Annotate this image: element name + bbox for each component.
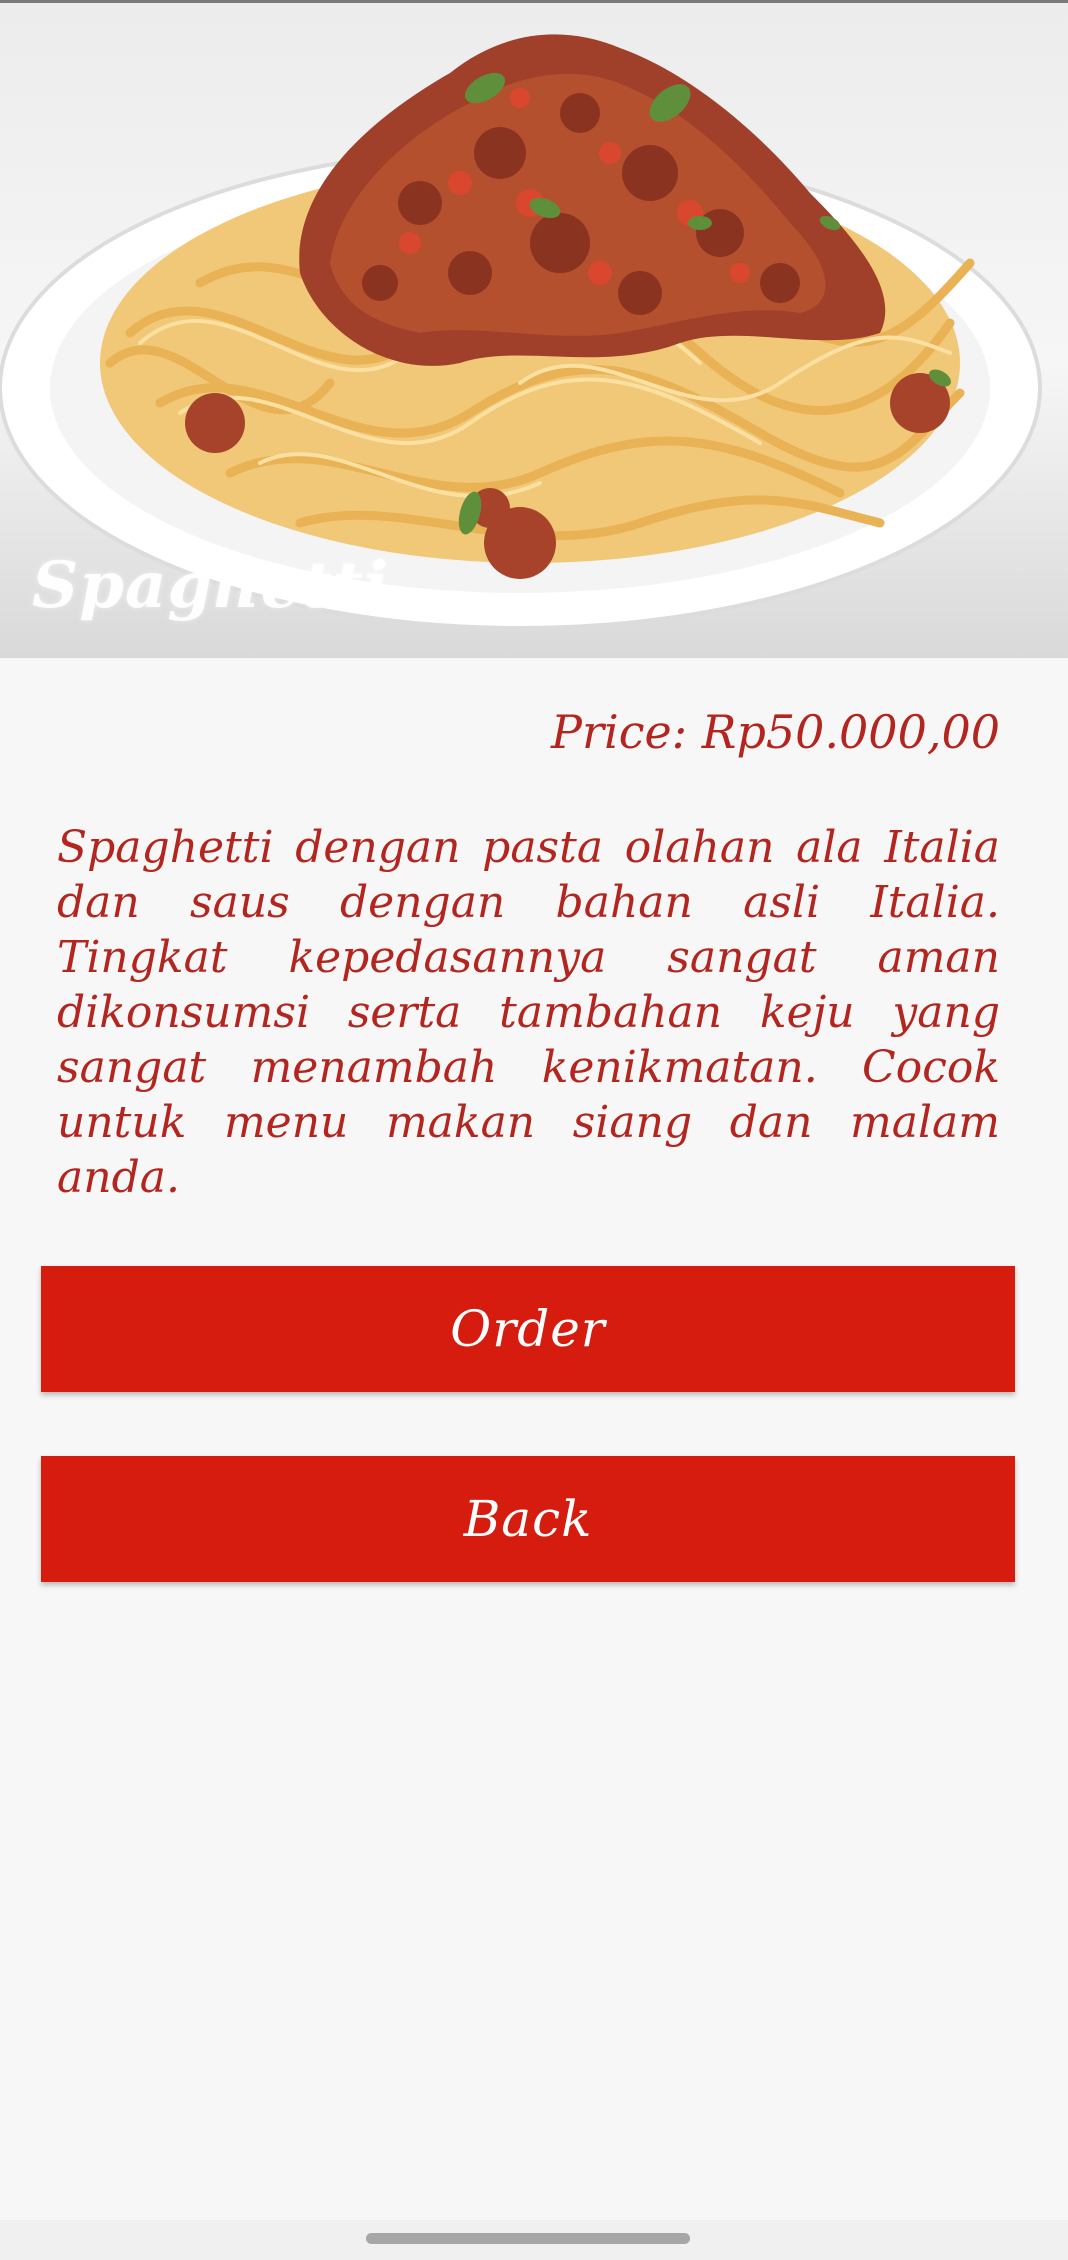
dish-description: Spaghetti dengan pasta olahan ala Italia… (57, 822, 1000, 1203)
order-button[interactable]: Order (41, 1266, 1015, 1392)
dish-title-overlay: Spaghetti (32, 548, 389, 623)
home-gesture-handle[interactable] (366, 2233, 690, 2244)
back-button[interactable]: Back (41, 1456, 1015, 1582)
price-label: Price: Rp50.000,00 (551, 705, 1000, 759)
food-image-header: Spaghetti (0, 3, 1068, 658)
